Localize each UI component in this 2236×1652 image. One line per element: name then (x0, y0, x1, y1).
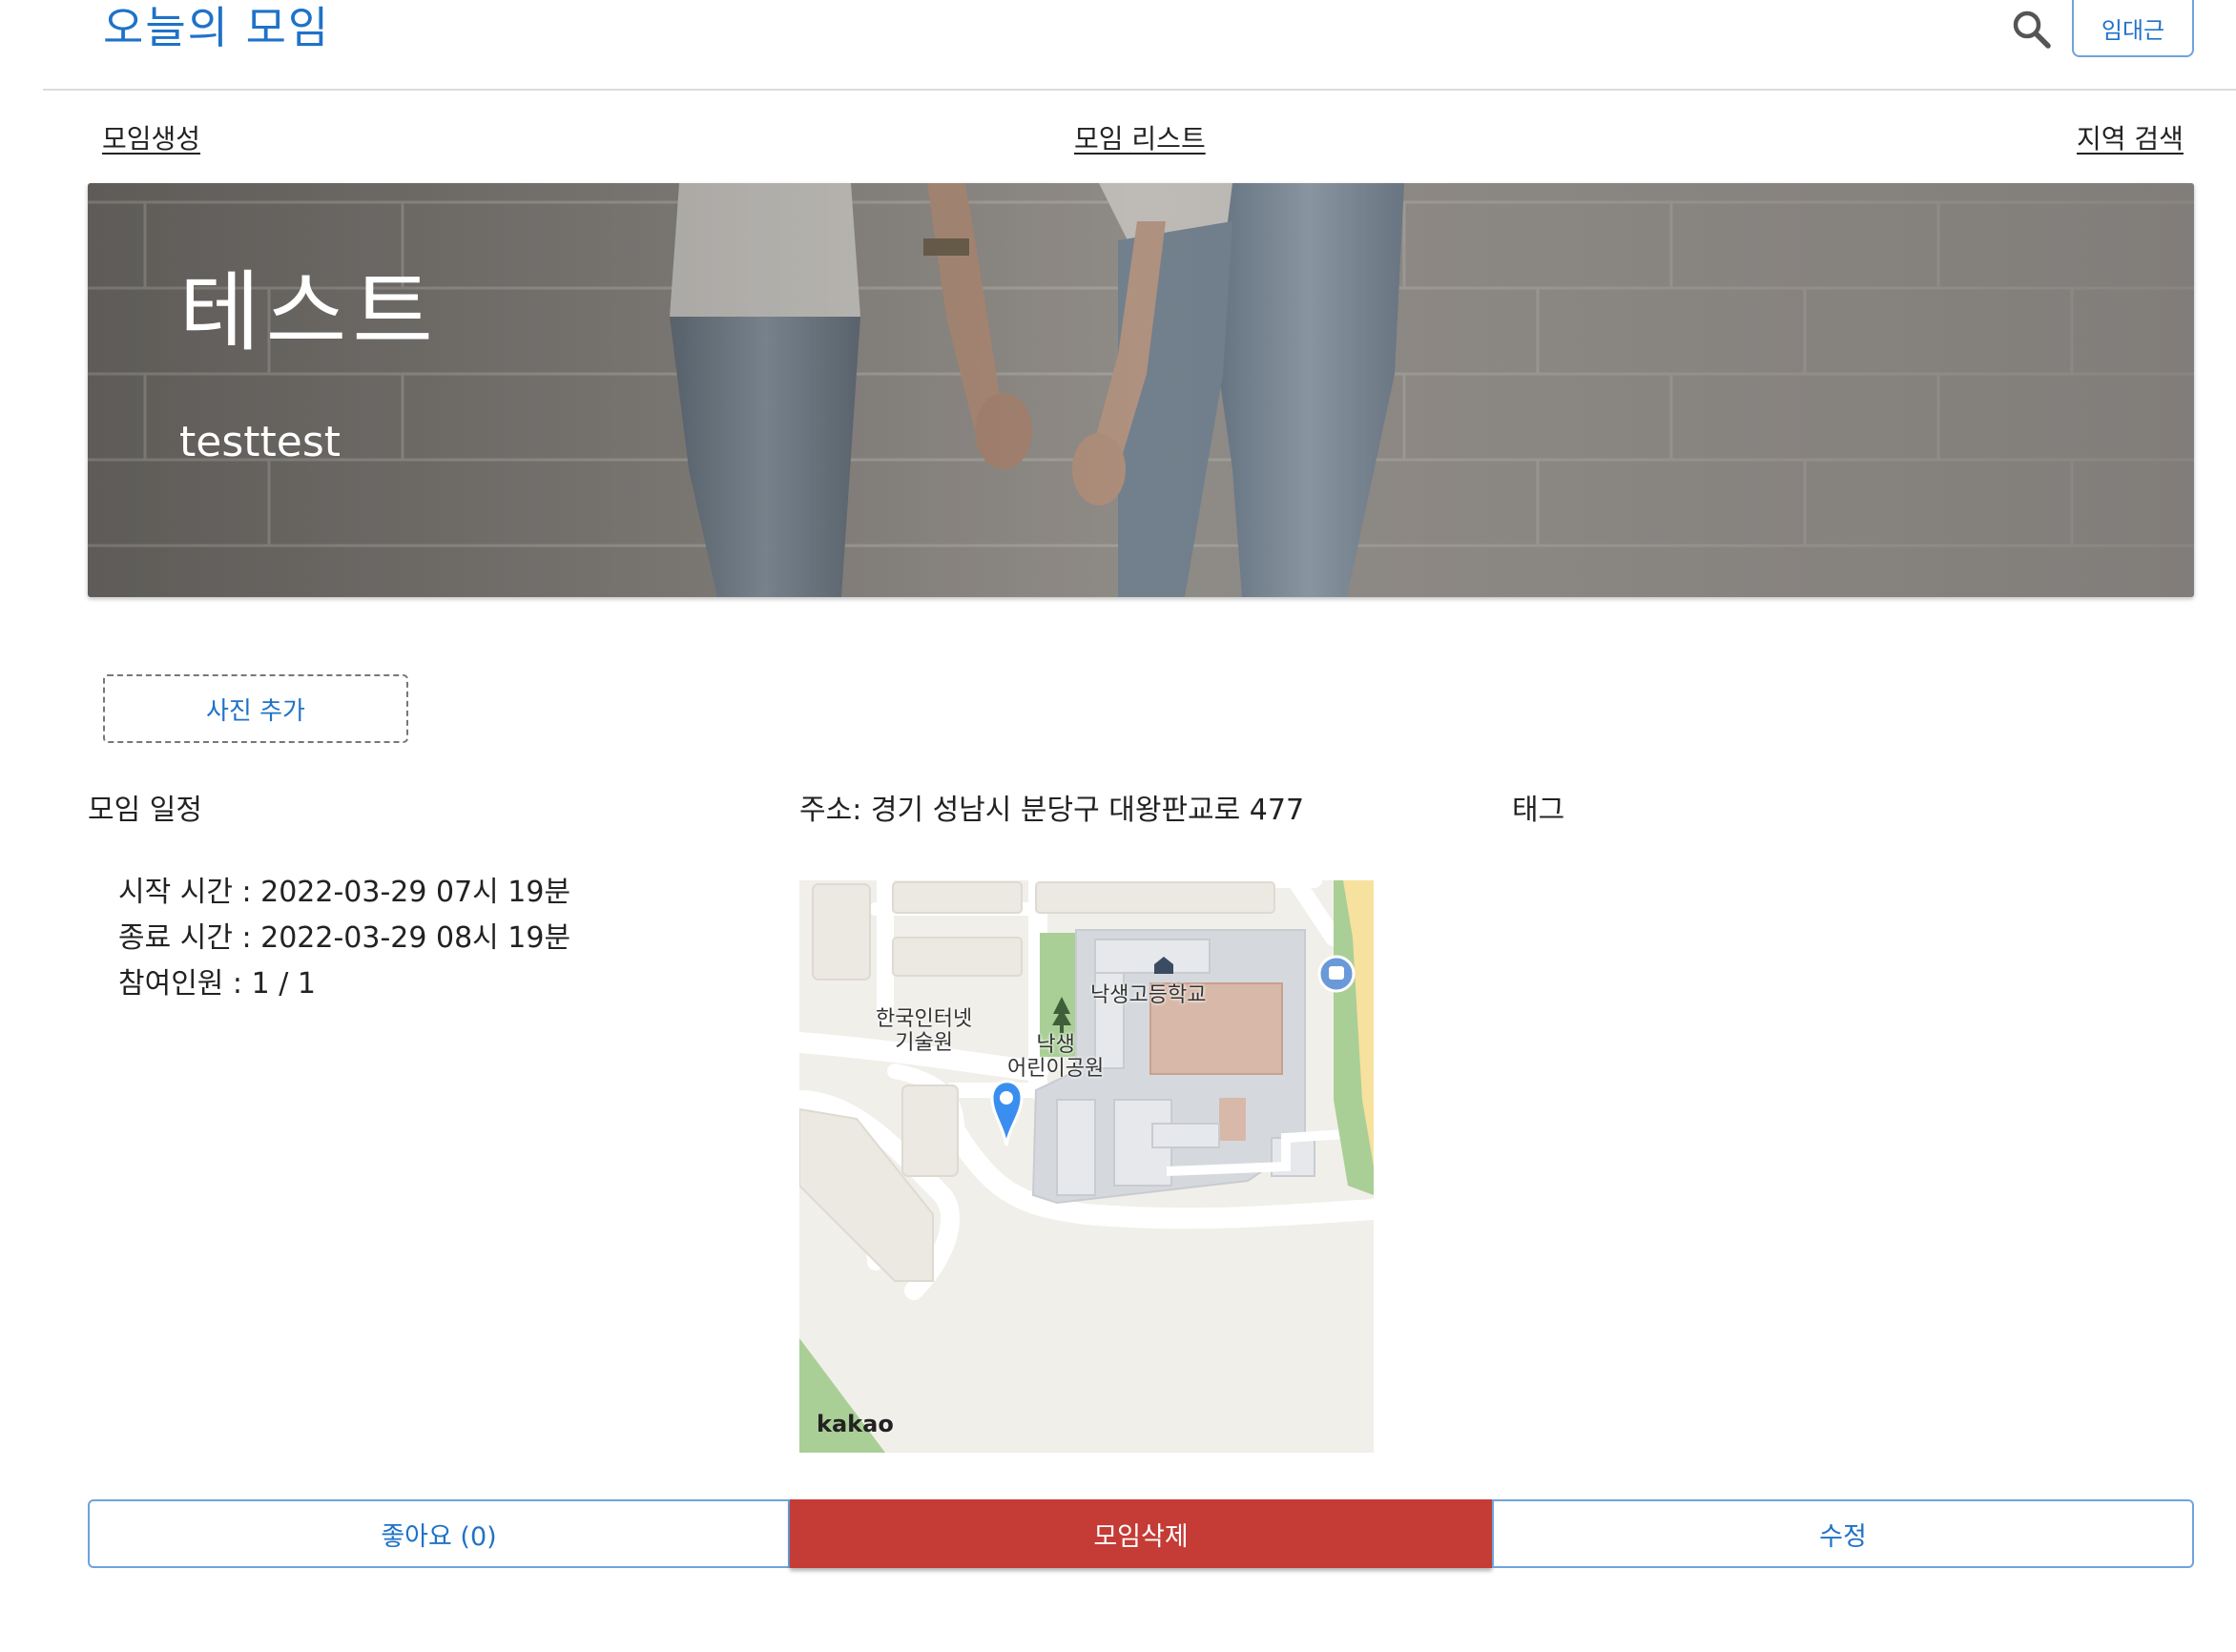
nav-meeting-list[interactable]: 모임 리스트 (1074, 118, 1206, 156)
action-buttons: 좋아요 (0) 모임삭제 수정 (88, 1499, 2194, 1568)
kakao-logo: kakao (817, 1411, 894, 1437)
map-label-park: 낙생 어린이공원 (1007, 1033, 1105, 1081)
delete-meeting-button[interactable]: 모임삭제 (790, 1499, 1492, 1568)
map-label-institute: 한국인터넷 기술원 (876, 1007, 973, 1055)
edit-button[interactable]: 수정 (1492, 1499, 2194, 1568)
nav-create-meeting[interactable]: 모임생성 (102, 118, 200, 156)
like-button[interactable]: 좋아요 (0) (88, 1499, 790, 1568)
participants-count: 참여인원 : 1 / 1 (118, 967, 316, 1001)
search-icon (2013, 10, 2051, 49)
add-photo-button[interactable]: 사진 추가 (103, 674, 408, 743)
search-button[interactable] (2008, 6, 2056, 53)
map-label-school: 낙생고등학교 (1090, 983, 1207, 1007)
address-label: 주소: 경기 성남시 분당구 대왕판교로 477 (799, 794, 1305, 827)
schedule-heading: 모임 일정 (88, 794, 202, 827)
schedule-list: 시작 시간 : 2022-03-29 07시 19분 종료 시간 : 2022-… (118, 870, 570, 1007)
top-header: 오늘의 모임 임대근 (43, 0, 2236, 91)
hero-background-image (88, 183, 2194, 597)
brand-title[interactable]: 오늘의 모임 (103, 0, 330, 55)
meeting-title: 테스트 (179, 261, 439, 363)
hero-banner: 테스트 testtest (88, 183, 2194, 597)
end-time: 종료 시간 : 2022-03-29 08시 19분 (118, 921, 571, 955)
meeting-subtitle: testtest (179, 418, 341, 466)
nav-region-search[interactable]: 지역 검색 (2077, 118, 2184, 156)
start-time: 시작 시간 : 2022-03-29 07시 19분 (118, 876, 571, 909)
tags-heading: 태그 (1512, 794, 1565, 827)
map-graphic (799, 880, 1374, 1453)
location-map[interactable]: 한국인터넷 기술원 낙생 어린이공원 낙생고등학교 kakao (799, 880, 1374, 1453)
user-menu-button[interactable]: 임대근 (2072, 0, 2194, 57)
